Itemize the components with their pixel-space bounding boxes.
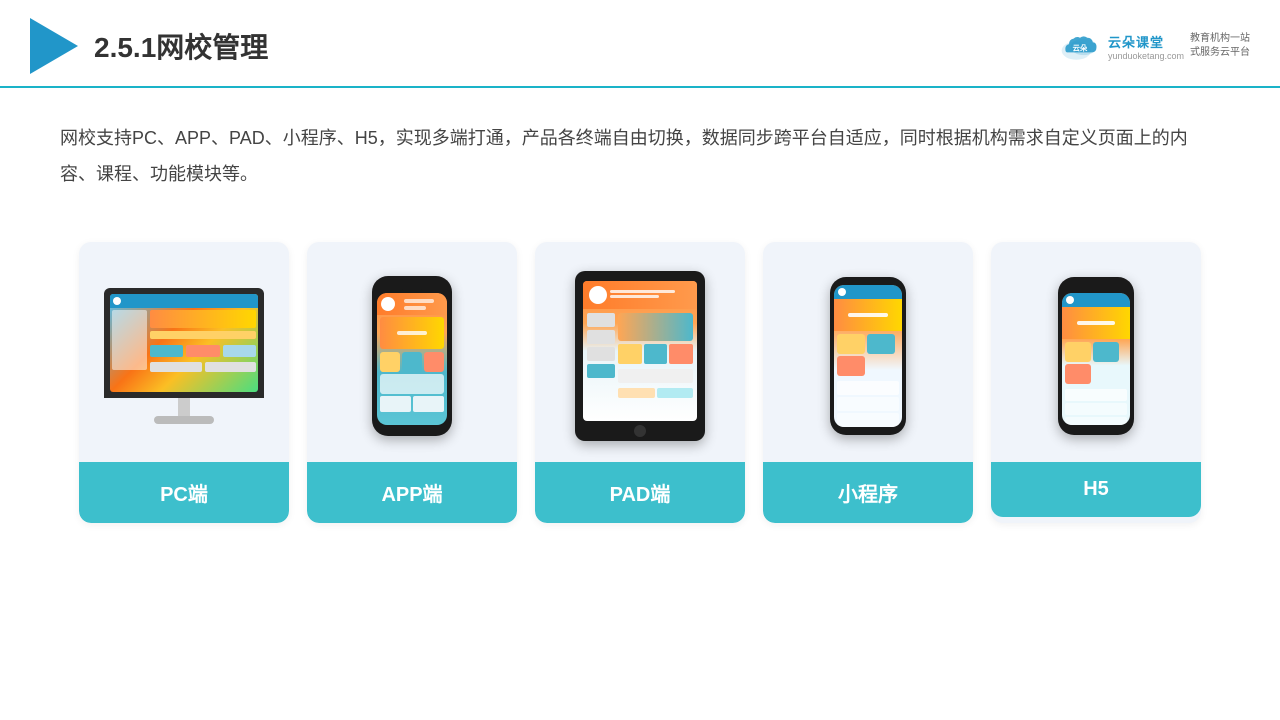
brand-text: 云朵课堂 yunduoketang.com [1108,32,1184,61]
phone-app-icon [372,276,452,436]
brand-logo: 云朵 云朵课堂 yunduoketang.com 教育机构一站 式服务云平台 [1058,30,1250,62]
cards-container: PC端 [0,222,1280,543]
header-right: 云朵 云朵课堂 yunduoketang.com 教育机构一站 式服务云平台 [1058,30,1250,62]
card-pc: PC端 [79,242,289,523]
pc-monitor-icon [104,288,264,424]
card-h5: H5 [991,242,1201,523]
tablet-pad-icon [575,271,705,441]
miniapp-phone-icon [830,277,906,435]
page-title: 2.5.1网校管理 [94,26,268,66]
logo-icon [30,18,78,74]
header-left: 2.5.1网校管理 [30,18,268,74]
brand-url: yunduoketang.com [1108,51,1184,61]
header: 2.5.1网校管理 云朵 云朵课堂 yunduoketang.com 教育机构一… [0,0,1280,88]
card-pad-image [535,242,745,462]
cloud-icon: 云朵 [1058,30,1102,62]
card-h5-label: H5 [991,462,1201,517]
card-app: APP端 [307,242,517,523]
card-pc-image [79,242,289,462]
svg-text:云朵: 云朵 [1073,44,1088,53]
card-miniapp-label: 小程序 [763,462,973,523]
description-text: 网校支持PC、APP、PAD、小程序、H5，实现多端打通，产品各终端自由切换，数… [0,88,1280,212]
card-h5-image [991,242,1201,462]
brand-slogan: 教育机构一站 式服务云平台 [1190,32,1250,60]
card-app-label: APP端 [307,462,517,523]
card-app-image [307,242,517,462]
card-miniapp: 小程序 [763,242,973,523]
card-pad-label: PAD端 [535,462,745,523]
card-miniapp-image [763,242,973,462]
card-pc-label: PC端 [79,462,289,523]
card-pad: PAD端 [535,242,745,523]
h5-phone-icon [1058,277,1134,435]
brand-name: 云朵课堂 [1108,32,1164,51]
